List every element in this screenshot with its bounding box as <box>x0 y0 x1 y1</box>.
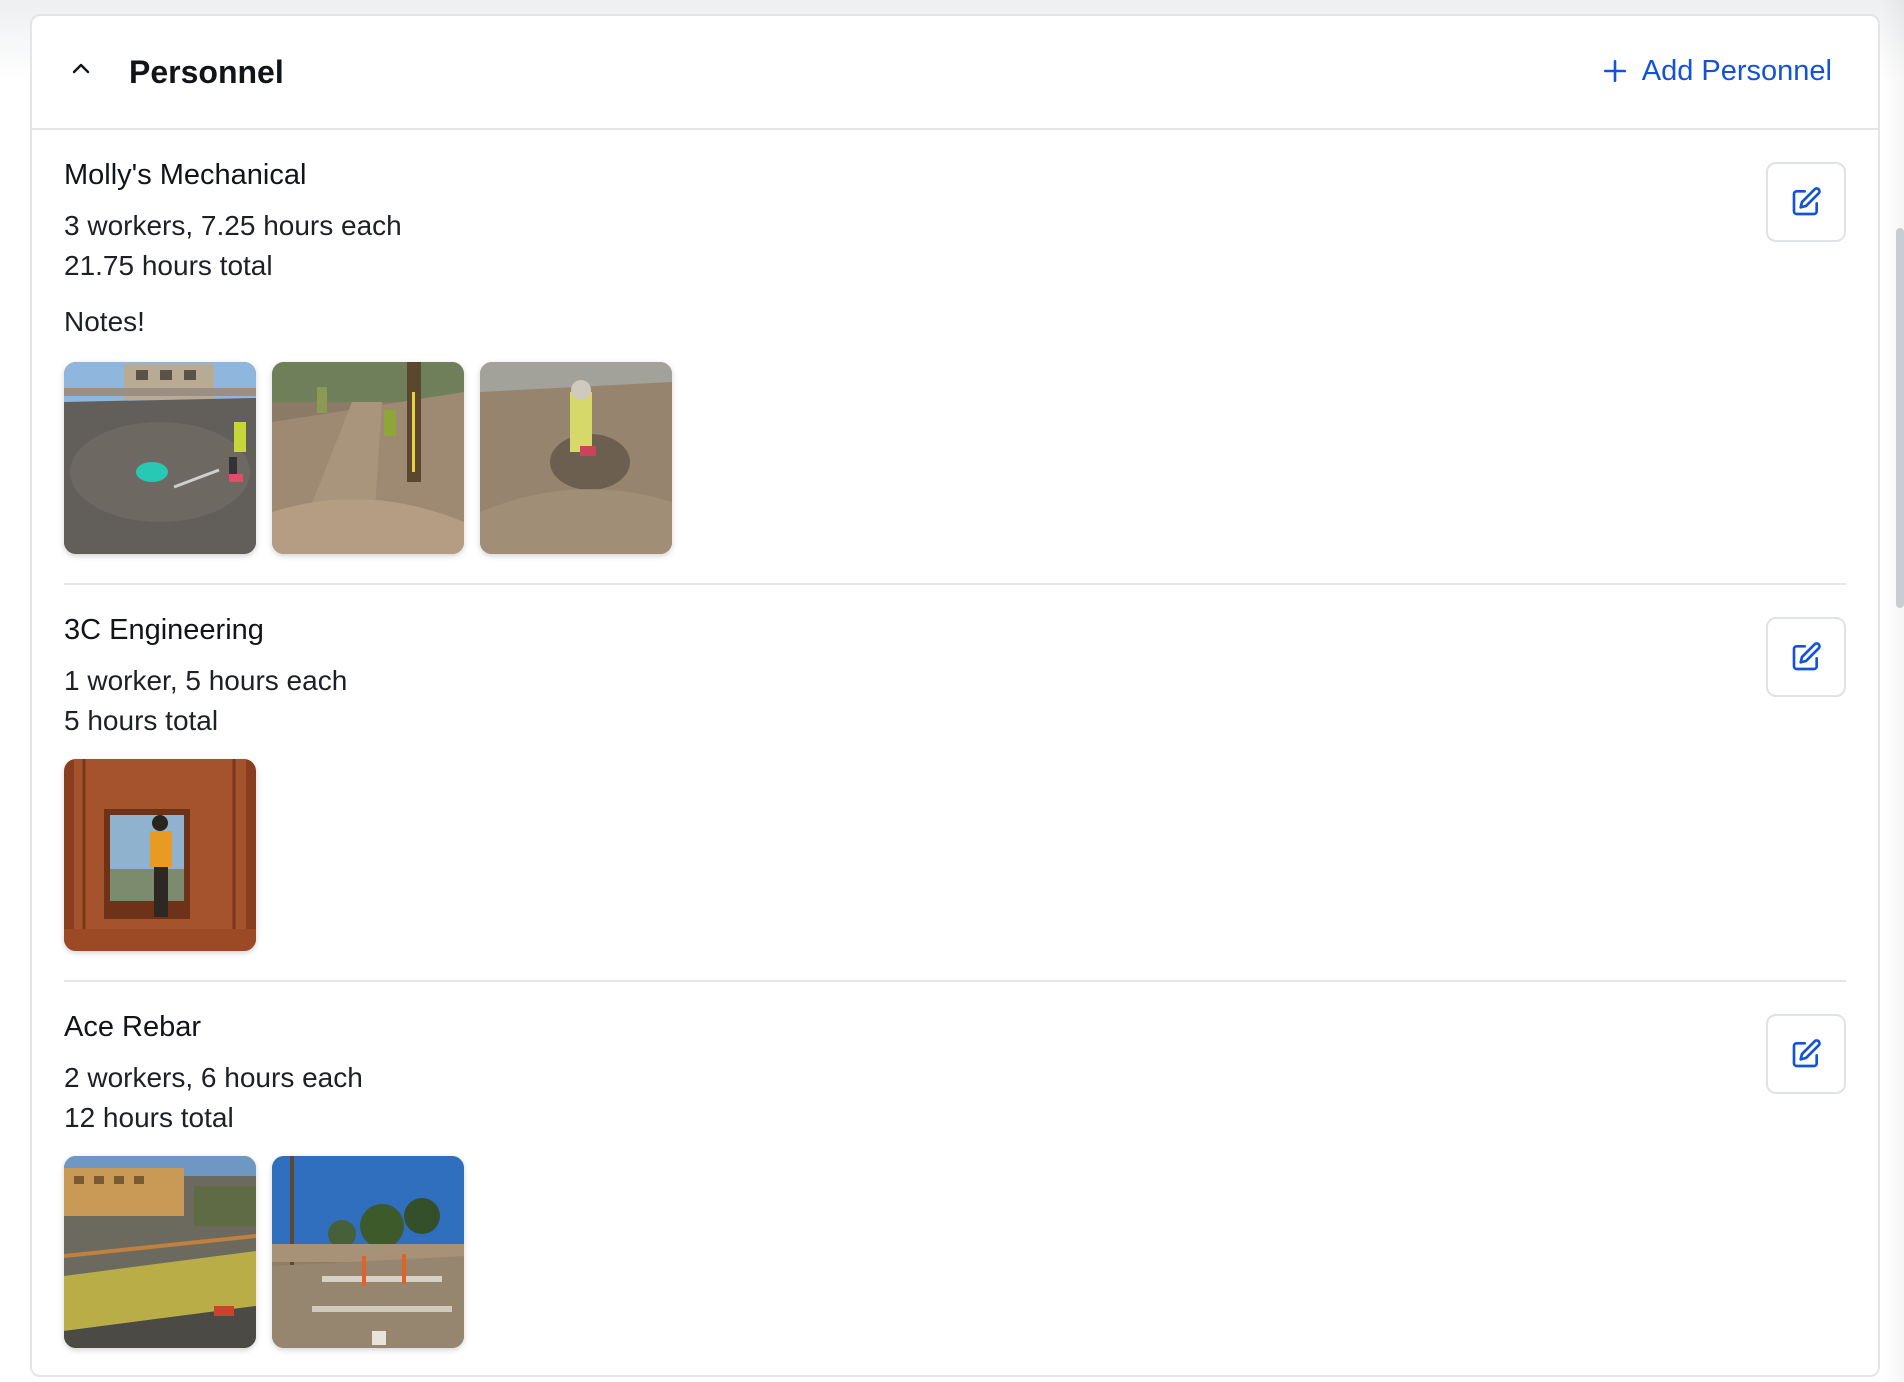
edit-icon <box>1792 1039 1821 1068</box>
site-photo-thumbnail[interactable] <box>272 362 464 554</box>
site-photo-thumbnail[interactable] <box>272 1156 464 1348</box>
photo-gallery <box>64 362 1846 554</box>
company-name: 3C Engineering <box>64 614 264 646</box>
edit-entry-button[interactable] <box>1766 617 1846 697</box>
personnel-entry: Ace Rebar 2 workers, 6 hours each 12 hou… <box>64 982 1846 1375</box>
site-photo-thumbnail[interactable] <box>64 1156 256 1348</box>
add-personnel-button[interactable]: Add Personnel <box>1602 46 1832 96</box>
company-name: Molly's Mechanical <box>64 159 307 191</box>
site-photo-thumbnail[interactable] <box>64 362 256 554</box>
company-name: Ace Rebar <box>64 1011 202 1043</box>
edit-icon <box>1792 642 1821 671</box>
site-photo-thumbnail[interactable] <box>64 759 256 951</box>
worker-summary: 1 worker, 5 hours each <box>64 665 348 696</box>
photo-gallery <box>64 759 1846 951</box>
personnel-list: Molly's Mechanical 3 workers, 7.25 hours… <box>32 130 1878 1375</box>
hours-total: 5 hours total <box>64 705 219 736</box>
plus-icon <box>1603 59 1626 83</box>
worker-summary: 2 workers, 6 hours each <box>64 1062 363 1093</box>
scrollbar[interactable] <box>1896 228 1904 608</box>
chevron-up-icon <box>72 63 90 74</box>
worker-summary: 3 workers, 7.25 hours each <box>64 210 402 241</box>
add-personnel-label: Add Personnel <box>1641 54 1832 87</box>
section-title: Personnel <box>129 54 284 90</box>
personnel-card: Personnel Add Personnel Molly's Mechanic… <box>30 14 1880 1377</box>
site-photo-thumbnail[interactable] <box>480 362 672 554</box>
edit-icon <box>1792 187 1821 216</box>
photo-gallery <box>64 1156 1846 1348</box>
personnel-card-header: Personnel Add Personnel <box>32 16 1878 130</box>
personnel-entry: Molly's Mechanical 3 workers, 7.25 hours… <box>64 130 1846 585</box>
personnel-entry: 3C Engineering 1 worker, 5 hours each 5 … <box>64 585 1846 982</box>
page-edge-shadow <box>1882 0 1904 1382</box>
entry-notes: Notes! <box>64 306 145 337</box>
edit-entry-button[interactable] <box>1766 162 1846 242</box>
edit-entry-button[interactable] <box>1766 1014 1846 1094</box>
collapse-button[interactable] <box>66 54 96 84</box>
hours-total: 12 hours total <box>64 1102 234 1133</box>
hours-total: 21.75 hours total <box>64 250 273 281</box>
